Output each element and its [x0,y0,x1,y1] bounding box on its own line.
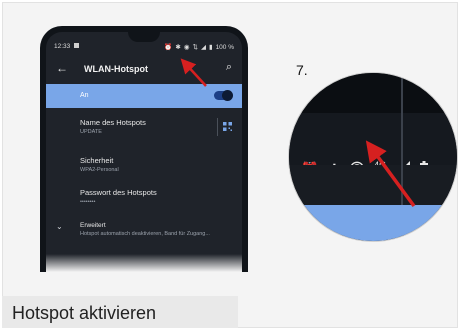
phone-frame: 12:33 ⏰ ✱ ◉ ⇅ ◢ ▮ 100 % ← WLAN-Hotspot ⌕… [40,26,248,272]
bluetooth-icon: ✱ [175,44,181,51]
status-time: 12:33 [54,43,71,50]
hotspot-icon: ◉ [183,44,190,51]
signal-icon: ◢ [200,44,206,51]
setting-advanced[interactable]: Erweitert Hotspot automatisch deaktivier… [80,222,240,237]
page-title: WLAN-Hotspot [84,64,148,74]
data-icon: ⇅ [192,44,198,51]
divider [217,118,218,136]
hotspot-switch[interactable] [214,90,233,101]
status-bar: 12:33 ⏰ ✱ ◉ ⇅ ◢ ▮ 100 % [46,42,242,54]
zoom-top [289,73,457,113]
battery-icon: ▮ [208,44,213,51]
app-bar: ← WLAN-Hotspot ⌕ [46,56,242,82]
setting-value: UPDATE [80,129,102,135]
camera-notch [128,32,160,42]
setting-value: Hotspot automatisch deaktivieren, Band f… [80,231,210,237]
qr-code-icon[interactable] [223,122,232,131]
setting-title: Passwort des Hotspots [80,188,157,197]
battery-text: 100 % [215,43,234,51]
alarm-icon: ⏰ [164,44,173,51]
setting-value: WPA2-Personal [80,167,119,173]
setting-value: •••••••• [80,199,96,205]
status-icons: ⏰ ✱ ◉ ⇅ ◢ ▮ 100 % [164,43,234,52]
setting-password[interactable]: Passwort des Hotspots •••••••• [80,188,240,205]
setting-title: Name des Hotspots [80,118,146,127]
switch-knob [222,90,233,101]
back-arrow-icon[interactable]: ← [56,61,68,75]
caption: Hotspot aktivieren [2,296,238,328]
setting-title: Sicherheit [80,156,114,165]
zoom-toolbar [289,165,457,205]
toggle-label: An [80,92,89,99]
hotspot-toggle-row[interactable]: An [46,84,242,108]
setting-title: Erweitert [80,222,106,229]
phone-screen: 12:33 ⏰ ✱ ◉ ⇅ ◢ ▮ 100 % ← WLAN-Hotspot ⌕… [46,32,242,272]
zoom-toggle-strip [289,205,457,241]
zoom-divider [401,73,403,205]
zoom-status-bar: ⏰ ✱ 4G⇅ [289,113,457,178]
setting-hotspot-name[interactable]: Name des Hotspots UPDATE [80,118,240,135]
setting-security[interactable]: Sicherheit WPA2-Personal [80,156,240,173]
search-icon[interactable]: ⌕ [226,61,232,74]
zoom-magnifier: ⏰ ✱ 4G⇅ [288,72,458,242]
chevron-down-icon[interactable]: ⌄ [56,222,63,231]
sim-icon [74,43,79,48]
fade-overlay [46,254,242,272]
